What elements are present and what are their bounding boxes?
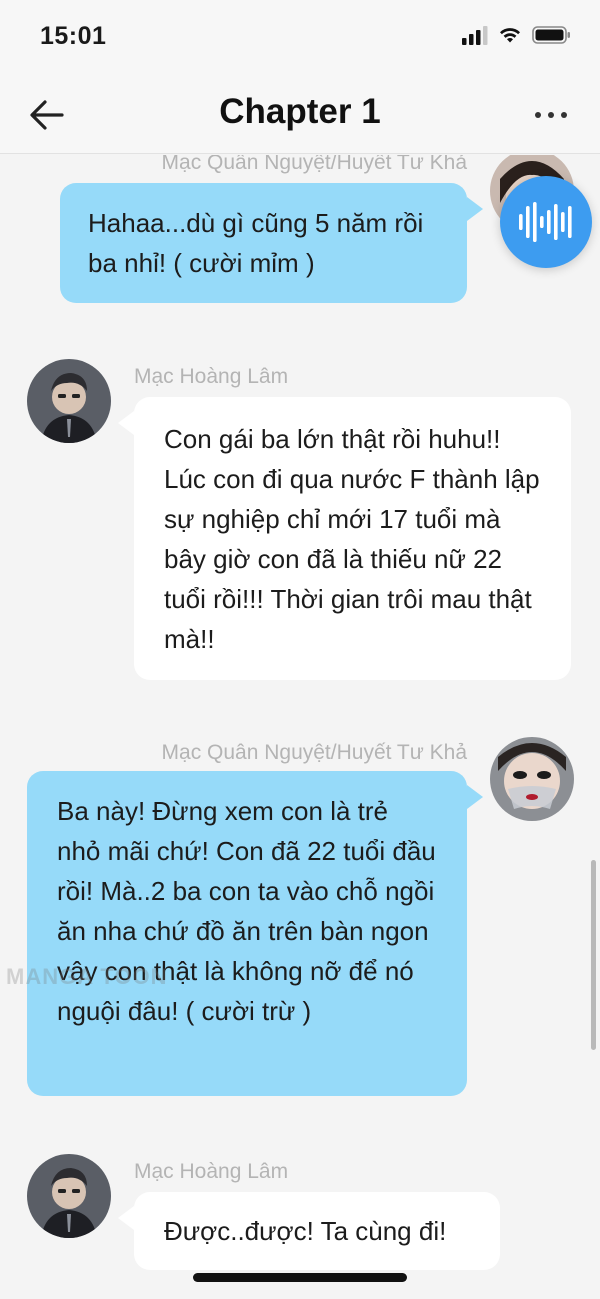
message-text: Được..được! Ta cùng đi! <box>164 1216 447 1246</box>
status-icons <box>462 25 572 45</box>
avatar[interactable] <box>27 359 111 443</box>
avatar[interactable] <box>490 737 574 821</box>
message-text: Con gái ba lớn thật rồi huhu!! Lúc con đ… <box>164 424 540 654</box>
avatar[interactable] <box>27 1154 111 1238</box>
chat-message: Mạc Hoàng Lâm Được..được! Ta cùng đi! <box>0 1150 600 1290</box>
wifi-icon <box>500 28 520 43</box>
chat-message: Mạc Hoàng Lâm Con gái ba lớn thật rồi hu… <box>0 355 600 685</box>
chat-area[interactable]: Mạc Quân Nguyệt/Huyết Tư Khả Hahaa...dù … <box>0 155 600 1299</box>
sender-name: Mạc Hoàng Lâm <box>134 365 289 388</box>
sender-name: Mạc Quân Nguyệt/Huyết Tư Khả <box>161 155 467 174</box>
cellular-signal-icon <box>462 26 488 45</box>
sound-wave-icon <box>519 202 572 242</box>
message-bubble[interactable]: Được..được! Ta cùng đi! <box>118 1192 500 1270</box>
page-title: Chapter 1 <box>219 92 381 131</box>
status-bar: 15:01 <box>0 0 600 78</box>
watermark: MANGA TOON <box>6 964 168 989</box>
message-bubble[interactable]: Hahaa...dù gì cũng 5 năm rồi ba nhỉ! ( c… <box>60 183 483 303</box>
avatar-image-icon <box>490 737 574 821</box>
avatar-image-icon <box>27 1154 111 1238</box>
navigation-bar: Chapter 1 <box>0 78 600 154</box>
more-options-button[interactable] <box>524 92 578 138</box>
status-time: 15:01 <box>40 22 107 50</box>
chat-message: Mạc Quân Nguyệt/Huyết Tư Khả Ba này! Đừn… <box>0 735 600 1105</box>
message-text: Hahaa...dù gì cũng 5 năm rồi ba nhỉ! ( c… <box>88 208 424 278</box>
sender-name: Mạc Hoàng Lâm <box>134 1160 289 1183</box>
message-text: Ba này! Đừng xem con là trẻ nhỏ mãi chứ!… <box>57 796 436 1026</box>
message-bubble[interactable]: Con gái ba lớn thật rồi huhu!! Lúc con đ… <box>118 397 571 680</box>
voice-play-button[interactable] <box>500 176 592 268</box>
avatar-image-icon <box>27 359 111 443</box>
message-bubble[interactable]: Ba này! Đừng xem con là trẻ nhỏ mãi chứ!… <box>27 771 483 1096</box>
home-indicator[interactable] <box>193 1273 407 1282</box>
scrollbar[interactable] <box>591 860 596 1050</box>
battery-icon <box>532 26 570 44</box>
sender-name: Mạc Quân Nguyệt/Huyết Tư Khả <box>161 741 467 764</box>
more-dots-icon <box>535 112 567 118</box>
